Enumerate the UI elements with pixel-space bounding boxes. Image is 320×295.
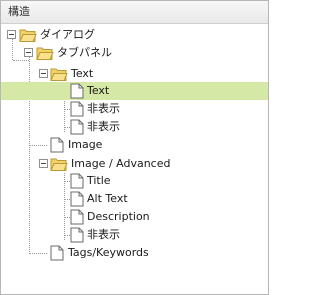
tree-node-image[interactable]: Image bbox=[1, 136, 268, 154]
structure-panel: 構造 ダイアログ タブパネル Text Text 非表示 非表示 Image I… bbox=[0, 0, 269, 295]
tree-node-title[interactable]: Title bbox=[1, 172, 268, 190]
document-icon bbox=[70, 227, 84, 243]
tree-node-image-advanced-folder[interactable]: Image / Advanced bbox=[1, 155, 268, 173]
tree-node-label: 非表示 bbox=[87, 120, 120, 133]
folder-open-icon bbox=[50, 158, 68, 171]
collapse-toggle[interactable] bbox=[24, 48, 33, 57]
folder-open-icon bbox=[19, 29, 37, 42]
tree-node-label: Title bbox=[87, 174, 111, 187]
tree-node-label: Text bbox=[71, 67, 94, 80]
tree-node-label: ダイアログ bbox=[40, 28, 95, 41]
tree-node-hidden[interactable]: 非表示 bbox=[1, 118, 268, 136]
tree-node-text[interactable]: Text bbox=[1, 82, 268, 100]
tree-node-label: Image / Advanced bbox=[71, 157, 171, 170]
document-icon bbox=[70, 209, 84, 225]
document-icon bbox=[50, 245, 64, 261]
panel-title: 構造 bbox=[8, 5, 30, 18]
tree-node-description[interactable]: Description bbox=[1, 208, 268, 226]
document-icon bbox=[70, 119, 84, 135]
folder-open-icon bbox=[50, 68, 68, 81]
document-icon bbox=[70, 101, 84, 117]
collapse-toggle[interactable] bbox=[39, 159, 48, 168]
tree-node-label: タブパネル bbox=[57, 46, 112, 59]
tree-node-hidden[interactable]: 非表示 bbox=[1, 226, 268, 244]
tree-node-label: Image bbox=[68, 138, 103, 151]
folder-open-icon bbox=[36, 47, 54, 60]
tree-node-label: Alt Text bbox=[87, 192, 128, 205]
tree-node-label: 非表示 bbox=[87, 102, 120, 115]
tree-node-label: Tags/Keywords bbox=[68, 246, 149, 259]
document-icon bbox=[70, 83, 84, 99]
tree-node-tabpanel[interactable]: タブパネル bbox=[1, 44, 268, 62]
document-icon bbox=[70, 191, 84, 207]
structure-tree: ダイアログ タブパネル Text Text 非表示 非表示 Image Imag… bbox=[1, 24, 268, 294]
tree-node-tags-keywords[interactable]: Tags/Keywords bbox=[1, 244, 268, 262]
collapse-toggle[interactable] bbox=[7, 30, 16, 39]
tree-node-label: Description bbox=[87, 210, 150, 223]
tree-node-label: 非表示 bbox=[87, 228, 120, 241]
panel-header: 構造 bbox=[1, 1, 268, 24]
document-icon bbox=[70, 173, 84, 189]
tree-node-text-folder[interactable]: Text bbox=[1, 65, 268, 83]
tree-node-alt-text[interactable]: Alt Text bbox=[1, 190, 268, 208]
collapse-toggle[interactable] bbox=[39, 69, 48, 78]
tree-node-dialog[interactable]: ダイアログ bbox=[1, 26, 268, 44]
tree-node-label: Text bbox=[87, 84, 110, 97]
document-icon bbox=[50, 137, 64, 153]
tree-node-hidden[interactable]: 非表示 bbox=[1, 100, 268, 118]
